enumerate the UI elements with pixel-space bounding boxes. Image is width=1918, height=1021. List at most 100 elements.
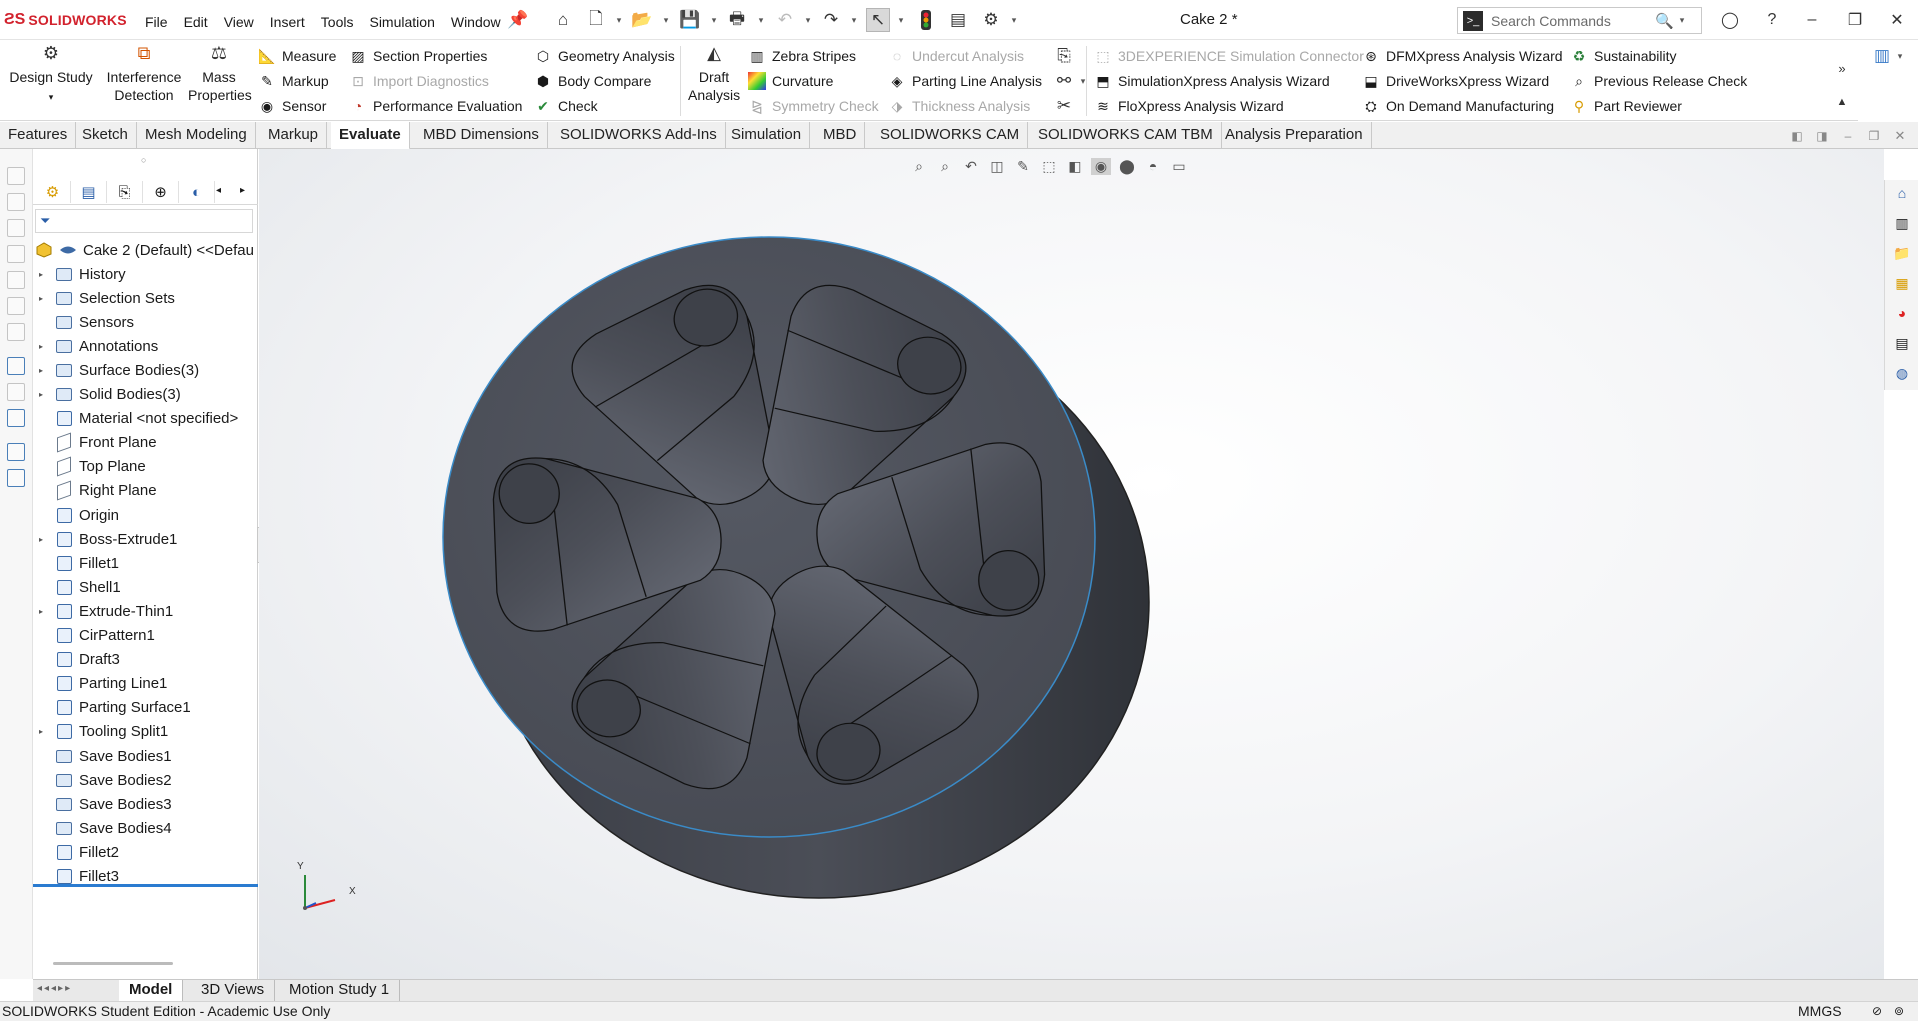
status-link-icon[interactable]: ⊚ <box>1894 1002 1904 1021</box>
pin-icon[interactable]: 📌 <box>506 8 530 32</box>
search-dropdown-icon[interactable]: ▾ <box>1680 15 1685 26</box>
ribbon-overflow-icon[interactable]: » <box>1830 56 1854 80</box>
floxpress-button[interactable]: ≋ FloXpress Analysis Wizard <box>1094 94 1284 118</box>
strip-tool-icon[interactable] <box>7 297 25 315</box>
task-pane-toggle-icon[interactable]: ▥ <box>1870 44 1894 68</box>
menu-view[interactable]: View <box>216 12 262 32</box>
redo-icon[interactable]: ↷ <box>819 8 843 32</box>
unit-system-selector[interactable]: MMGS <box>1798 1002 1842 1021</box>
redo-dropdown-icon[interactable]: ▾ <box>849 12 859 28</box>
home-icon[interactable]: ⌂ <box>551 8 575 32</box>
previous-release-check-button[interactable]: ⌕ Previous Release Check <box>1570 69 1747 93</box>
tree-item-save-bodies2[interactable]: Save Bodies2 <box>33 768 258 792</box>
dimxpertmanager-tab-icon[interactable]: ⊕ <box>143 181 179 203</box>
part-reviewer-button[interactable]: ⚲ Part Reviewer <box>1570 94 1682 118</box>
expand-arrow-icon[interactable]: ▸ <box>39 535 51 544</box>
body-compare-button[interactable]: ⬢ Body Compare <box>534 69 652 93</box>
strip-tool-icon[interactable] <box>7 167 25 185</box>
new-document-icon[interactable]: 🗋 <box>584 8 608 32</box>
sustainability-button[interactable]: ♻ Sustainability <box>1570 44 1677 68</box>
tree-item-material-not-specified[interactable]: Material <not specified> <box>33 407 258 431</box>
task-pane-dropdown-icon[interactable]: ▾ <box>1895 48 1905 64</box>
solidworks-forum-icon[interactable]: ◍ <box>1893 364 1911 382</box>
tab-mesh-modeling[interactable]: Mesh Modeling <box>137 122 256 149</box>
driveworksxpress-button[interactable]: ⬓ DriveWorksXpress Wizard <box>1362 69 1549 93</box>
tree-item-surface-bodies-3[interactable]: ▸ Surface Bodies(3) <box>33 358 258 382</box>
rebuild-traffic-light-icon[interactable] <box>914 8 938 32</box>
panel-splitter-handle-icon[interactable]: ○ <box>141 155 146 165</box>
strip-tool-icon[interactable] <box>7 219 25 237</box>
tree-item-parting-surface1[interactable]: Parting Surface1 <box>33 696 258 720</box>
strip-tool-icon[interactable] <box>7 271 25 289</box>
part-model-render[interactable] <box>259 149 1884 979</box>
tabs-scroll-right-icon[interactable]: ▸ <box>240 185 245 196</box>
menu-edit[interactable]: Edit <box>176 12 216 32</box>
tree-item-fillet1[interactable]: Fillet1 <box>33 551 258 575</box>
import-diagnostics-button[interactable]: ⊡ Import Diagnostics <box>349 69 489 93</box>
check-button[interactable]: ✔ Check <box>534 94 598 118</box>
design-library-icon[interactable]: ▥ <box>1893 214 1911 232</box>
tolerance-icon[interactable]: ✂ <box>1052 94 1076 118</box>
select-dropdown-icon[interactable]: ▾ <box>896 12 906 28</box>
check-active-document-icon[interactable]: ⚯ <box>1052 69 1076 93</box>
curvature-button[interactable]: Curvature <box>748 69 833 93</box>
strip-tool-icon[interactable] <box>7 245 25 263</box>
status-sync-icon[interactable]: ⊘ <box>1872 1002 1882 1021</box>
thickness-analysis-button[interactable]: ⬗ Thickness Analysis <box>888 94 1031 118</box>
print-dropdown-icon[interactable]: ▾ <box>756 12 766 28</box>
horizontal-scrollbar[interactable] <box>53 962 173 965</box>
menu-insert[interactable]: Insert <box>262 12 313 32</box>
section-properties-button[interactable]: ▨ Section Properties <box>349 44 487 68</box>
tab-scroll-arrows-icon[interactable]: ◂◂◂▸▸ <box>37 983 72 994</box>
tab-motion-study-1[interactable]: Motion Study 1 <box>279 980 401 1001</box>
file-properties-icon[interactable]: ▤ <box>946 8 970 32</box>
tab-markup[interactable]: Markup <box>260 122 328 149</box>
tree-item-draft3[interactable]: Draft3 <box>33 648 258 672</box>
geometry-analysis-button[interactable]: ⬡ Geometry Analysis <box>534 44 675 68</box>
tab-mbd-dimensions[interactable]: MBD Dimensions <box>415 122 548 149</box>
print-icon[interactable]: 🖶 <box>725 8 749 32</box>
draft-analysis-button[interactable]: ◭ Draft Analysis <box>688 44 740 104</box>
tree-item-history[interactable]: ▸ History <box>33 262 258 286</box>
tree-item-save-bodies1[interactable]: Save Bodies1 <box>33 744 258 768</box>
compare-documents-icon[interactable]: ⎘ <box>1052 44 1076 68</box>
experience-simulation-connector-button[interactable]: ⬚ 3DEXPERIENCE Simulation Connector <box>1094 44 1364 68</box>
expand-arrow-icon[interactable]: ▸ <box>39 607 51 616</box>
tree-item-fillet2[interactable]: Fillet2 <box>33 840 258 864</box>
tab-evaluate[interactable]: Evaluate <box>331 122 410 150</box>
tabs-scroll-left-icon[interactable]: ◂ <box>216 185 221 196</box>
close-icon[interactable]: ✕ <box>1882 8 1912 32</box>
search-input[interactable] <box>1491 12 1651 29</box>
custom-properties-icon[interactable]: ▤ <box>1893 334 1911 352</box>
tree-item-save-bodies3[interactable]: Save Bodies3 <box>33 792 258 816</box>
search-commands[interactable]: >_ 🔍 ▾ <box>1457 7 1702 34</box>
tree-item-right-plane[interactable]: Right Plane <box>33 479 258 503</box>
strip-tool-icon[interactable] <box>7 443 25 461</box>
expand-arrow-icon[interactable]: ▸ <box>39 390 51 399</box>
tree-item-front-plane[interactable]: Front Plane <box>33 431 258 455</box>
doc-restore-icon[interactable]: ❐ <box>1862 124 1886 148</box>
expand-arrow-icon[interactable]: ▸ <box>39 342 51 351</box>
open-icon[interactable]: 📂 <box>630 8 654 32</box>
new-dropdown-icon[interactable]: ▾ <box>614 12 624 28</box>
tab-features[interactable]: Features <box>0 122 77 149</box>
tree-item-selection-sets[interactable]: ▸ Selection Sets <box>33 286 258 310</box>
menu-window[interactable]: Window <box>443 12 509 32</box>
parting-line-analysis-button[interactable]: ◈ Parting Line Analysis <box>888 69 1042 93</box>
tree-item-origin[interactable]: Origin <box>33 503 258 527</box>
search-icon[interactable]: 🔍 <box>1655 12 1674 30</box>
tree-item-top-plane[interactable]: Top Plane <box>33 455 258 479</box>
options-gear-icon[interactable]: ⚙ <box>979 8 1003 32</box>
tree-item-shell1[interactable]: Shell1 <box>33 575 258 599</box>
minimize-icon[interactable]: – <box>1797 8 1827 32</box>
menu-simulation[interactable]: Simulation <box>361 12 442 32</box>
file-explorer-icon[interactable]: 📁 <box>1893 244 1911 262</box>
tree-item-save-bodies4[interactable]: Save Bodies4 <box>33 816 258 840</box>
display-manager-tab-icon[interactable]: ◐ <box>179 181 215 203</box>
configurationmanager-tab-icon[interactable]: ⎘ <box>107 181 143 203</box>
strip-tool-icon[interactable] <box>7 469 25 487</box>
save-dropdown-icon[interactable]: ▾ <box>709 12 719 28</box>
tab-solidworks-cam-tbm[interactable]: SOLIDWORKS CAM TBM <box>1030 122 1222 149</box>
select-arrow-icon[interactable]: ↖ <box>866 8 890 32</box>
user-account-icon[interactable]: ◯ <box>1715 8 1745 32</box>
